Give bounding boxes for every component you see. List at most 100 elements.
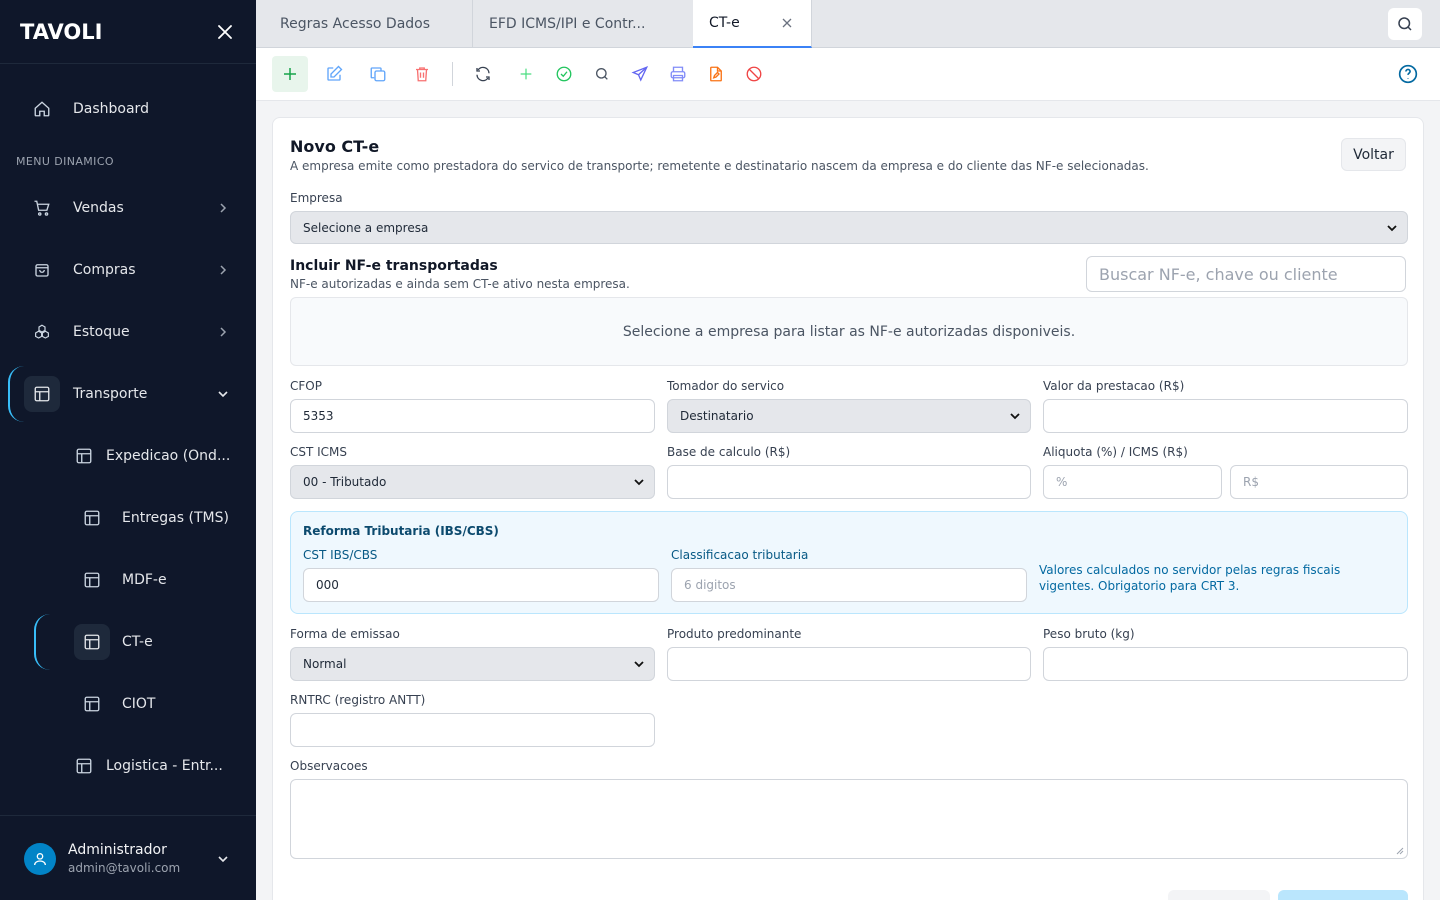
add-item-button[interactable]	[508, 56, 544, 92]
chevron-right-icon	[220, 265, 227, 275]
close-icon[interactable]	[781, 17, 793, 29]
help-icon	[1398, 64, 1418, 84]
chevron-down-icon	[1387, 225, 1397, 232]
copy-button[interactable]	[360, 56, 396, 92]
sidebar-item-transporte[interactable]: Transporte	[0, 370, 256, 418]
empresa-select[interactable]: Selecione a empresa	[290, 211, 1408, 244]
sidebar-item-label: Entregas (TMS)	[122, 510, 229, 526]
trash-icon	[416, 67, 428, 82]
sidebar-item-ciot[interactable]: CIOT	[0, 680, 256, 728]
sidebar-item-cte[interactable]: CT-e	[0, 618, 256, 666]
tomador-select[interactable]: Destinatario	[667, 399, 1031, 433]
nfe-empty-text: Selecione a empresa para listar as NF-e …	[622, 323, 1076, 340]
nfe-search-placeholder: Buscar NF-e, chave ou cliente	[1099, 264, 1338, 284]
nfe-search-input[interactable]: Buscar NF-e, chave ou cliente	[1086, 256, 1406, 292]
print-button[interactable]	[660, 56, 696, 92]
cst-ibs-input[interactable]: 000	[303, 568, 659, 602]
empresa-label: Empresa	[290, 191, 343, 205]
user-menu[interactable]: Administrador admin@tavoli.com	[0, 815, 256, 900]
help-button[interactable]	[1398, 64, 1418, 88]
tab-label: CT-e	[709, 15, 740, 31]
cart-icon	[24, 190, 60, 226]
tomador-value: Destinatario	[680, 409, 754, 423]
plus-icon	[284, 68, 296, 80]
forma-value: Normal	[303, 657, 347, 671]
sidebar-item-compras[interactable]: Compras	[0, 246, 256, 294]
resize-handle-icon[interactable]	[1396, 847, 1404, 855]
document-button[interactable]	[698, 56, 734, 92]
refresh-button[interactable]	[465, 56, 501, 92]
tomador-label: Tomador do servico	[667, 379, 785, 393]
cst-select[interactable]: 00 - Tributado	[290, 465, 655, 499]
cancel-button[interactable]	[736, 56, 772, 92]
icms-input[interactable]: R$	[1230, 465, 1408, 499]
reforma-note: Valores calculados no servidor pelas reg…	[1039, 563, 1341, 593]
chevron-right-icon	[220, 327, 227, 337]
sidebar-item-mdfe[interactable]: MDF-e	[0, 556, 256, 604]
produto-label: Produto predominante	[667, 627, 802, 641]
sidebar-header: TAVOLI	[0, 0, 256, 64]
tab-cte[interactable]: CT-e	[693, 0, 812, 48]
sidebar-item-label: Compras	[73, 262, 136, 278]
add-button[interactable]	[272, 56, 308, 92]
valor-input[interactable]	[1043, 399, 1408, 433]
empresa-value: Selecione a empresa	[303, 220, 429, 235]
cfop-label: CFOP	[290, 379, 322, 393]
back-button[interactable]: Voltar	[1341, 138, 1406, 171]
search-tool-button[interactable]	[584, 56, 620, 92]
aliquota-label: Aliquota (%) / ICMS (R$)	[1043, 445, 1188, 459]
classificacao-input[interactable]: 6 digitos	[671, 568, 1027, 602]
copy-icon	[370, 67, 386, 82]
aliquota-input[interactable]: %	[1043, 465, 1222, 499]
layout-icon	[66, 438, 102, 474]
approve-button[interactable]	[546, 56, 582, 92]
close-icon[interactable]	[214, 21, 236, 43]
cte-form: Novo CT-e A empresa emite como prestador…	[272, 117, 1424, 900]
printer-icon	[670, 66, 686, 82]
tab-label: Regras Acesso Dados	[280, 16, 431, 32]
edit-button[interactable]	[316, 56, 352, 92]
sidebar-item-entregas[interactable]: Entregas (TMS)	[0, 494, 256, 542]
rntrc-input[interactable]	[290, 713, 655, 747]
layout-icon	[74, 562, 110, 598]
bag-icon	[24, 252, 60, 288]
base-input[interactable]	[667, 465, 1031, 499]
send-button[interactable]	[622, 56, 658, 92]
sidebar-item-dashboard[interactable]: Dashboard	[0, 85, 256, 133]
sidebar-item-label: CT-e	[122, 634, 153, 650]
user-email: admin@tavoli.com	[68, 861, 181, 875]
layout-icon	[66, 748, 102, 784]
toolbar	[256, 48, 1440, 101]
layout-icon	[74, 624, 110, 660]
edit-icon	[327, 65, 343, 81]
forma-select[interactable]: Normal	[290, 647, 655, 681]
check-circle-icon	[556, 66, 572, 82]
primary-action-button[interactable]	[1278, 890, 1408, 900]
ban-icon	[746, 66, 762, 82]
peso-input[interactable]	[1043, 647, 1408, 681]
peso-label: Peso bruto (kg)	[1043, 627, 1135, 641]
classificacao-placeholder: 6 digitos	[684, 578, 736, 592]
cfop-input[interactable]: 5353	[290, 399, 655, 433]
toolbar-divider	[452, 62, 453, 86]
tab-efd[interactable]: EFD ICMS/IPI e Contr...	[473, 0, 694, 48]
chevron-down-icon	[634, 661, 644, 668]
sidebar-item-logistica[interactable]: Logistica - Entr...	[0, 742, 256, 790]
sidebar-item-label: MDF-e	[122, 572, 167, 588]
sidebar-item-label: Dashboard	[73, 101, 149, 117]
cst-label: CST ICMS	[290, 445, 348, 459]
sidebar-item-estoque[interactable]: Estoque	[0, 308, 256, 356]
secondary-action-button[interactable]	[1168, 890, 1270, 900]
delete-button[interactable]	[404, 56, 440, 92]
tab-regras-acesso[interactable]: Regras Acesso Dados	[256, 0, 473, 48]
layout-icon	[24, 376, 60, 412]
observacoes-textarea[interactable]	[290, 779, 1408, 859]
sidebar-item-expedicao[interactable]: Expedicao (Ond...	[0, 432, 256, 480]
sidebar-item-vendas[interactable]: Vendas	[0, 184, 256, 232]
produto-input[interactable]	[667, 647, 1031, 681]
chevron-right-icon	[220, 203, 227, 213]
search-button[interactable]	[1388, 8, 1422, 40]
valor-label: Valor da prestacao (R$)	[1043, 379, 1185, 393]
user-name: Administrador	[68, 842, 167, 858]
cst-value: 00 - Tributado	[303, 475, 387, 489]
